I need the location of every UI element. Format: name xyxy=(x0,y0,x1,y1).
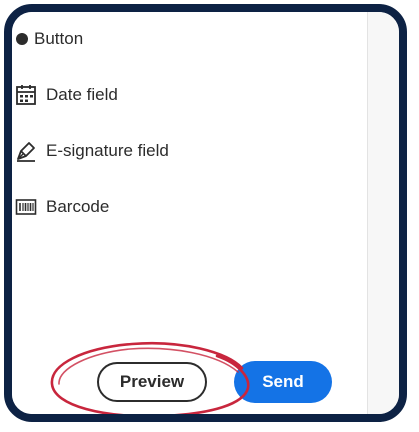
field-item-barcode[interactable]: Barcode xyxy=(14,192,109,222)
field-item-label: Date field xyxy=(46,85,118,104)
field-item-date[interactable]: Date field xyxy=(14,80,118,110)
field-item-label: Button xyxy=(34,29,84,48)
field-item-label: E-signature field xyxy=(46,141,169,160)
pen-signature-icon xyxy=(14,139,38,163)
field-item-label: Barcode xyxy=(46,197,110,216)
field-item-e-signature[interactable]: E-signature field xyxy=(14,136,169,166)
send-button[interactable]: Send xyxy=(234,361,332,403)
right-pane xyxy=(368,12,399,414)
screenshot-frame: Button Date field E-signature field Barc… xyxy=(4,4,407,422)
calendar-icon xyxy=(14,83,38,107)
add-fields-panel: Button Date field E-signature field Barc… xyxy=(12,12,368,414)
barcode-icon xyxy=(14,195,38,219)
preview-button[interactable]: Preview xyxy=(97,362,207,402)
field-item-button[interactable]: Button xyxy=(14,24,83,54)
